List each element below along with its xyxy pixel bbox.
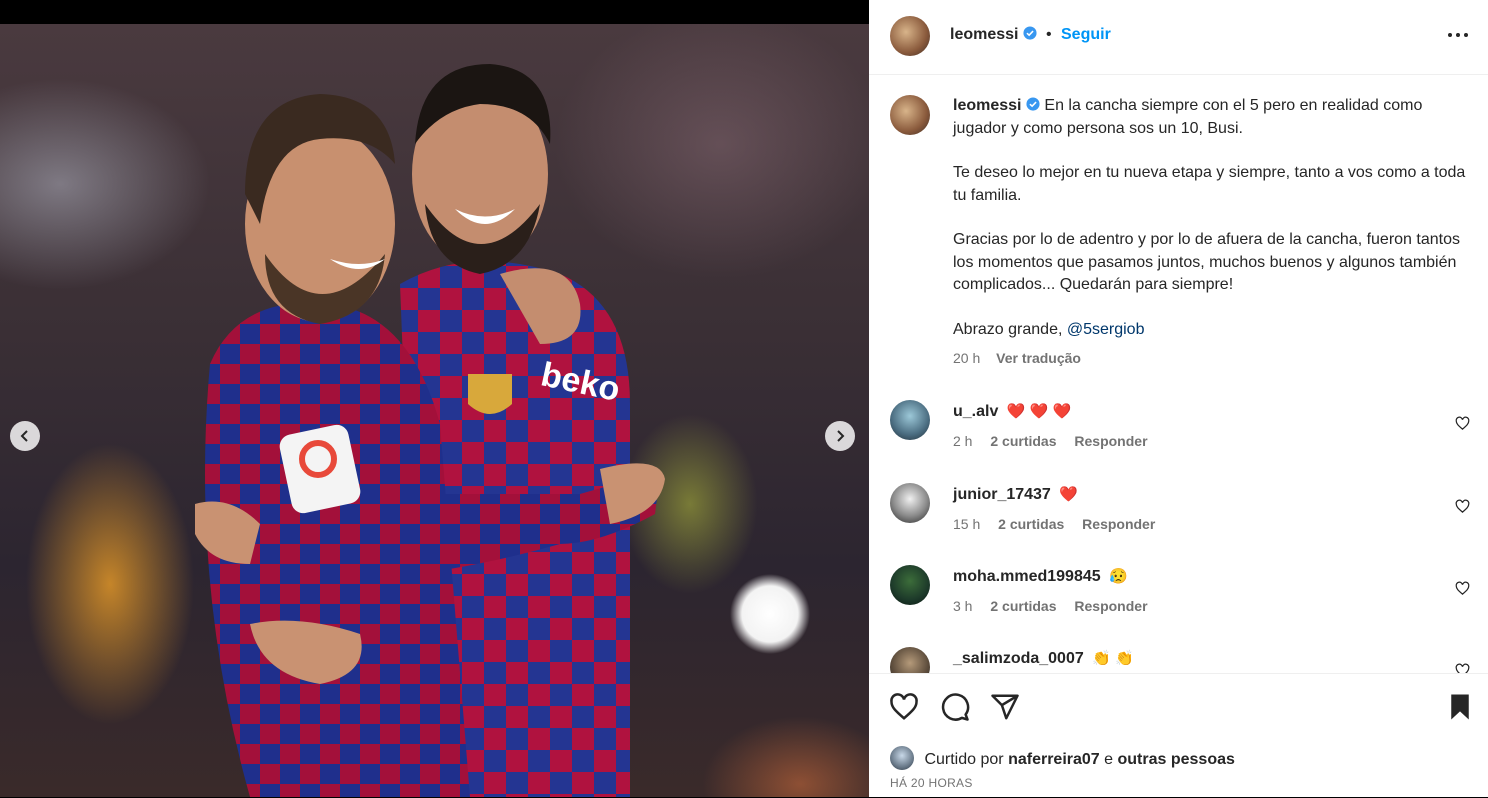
caption-author-avatar[interactable] [890, 95, 930, 135]
more-options-icon[interactable] [1447, 24, 1469, 46]
comment-text-line: junior_17437 ❤️ [953, 485, 1078, 504]
likes-prefix: Curtido por [924, 751, 1004, 768]
comment-likes-button[interactable]: 2 curtidas [990, 598, 1056, 614]
comment-time: 2 h [953, 433, 973, 449]
comment-text: 😥 [1109, 568, 1128, 585]
separator-dot: • [1046, 26, 1052, 43]
commenter-avatar[interactable] [890, 400, 930, 440]
post-actions-bar: Curtido por naferreira07 e outras pessoa… [869, 673, 1488, 798]
like-heart-icon[interactable] [889, 692, 919, 722]
verified-badge-icon [1026, 97, 1040, 111]
reply-button[interactable]: Responder [1082, 516, 1155, 532]
post-side-panel: leomessi • Seguir leomessi En la cancha … [869, 0, 1488, 797]
author-avatar[interactable] [890, 16, 930, 56]
comment-item: moha.mmed199845 😥 3 h 2 curtidas Respond… [890, 565, 1470, 625]
comment-meta: 2 h 2 curtidas Responder [953, 433, 1162, 449]
likes-others-link[interactable]: outras pessoas [1118, 751, 1235, 768]
author-username[interactable]: leomessi [950, 26, 1037, 44]
comment-likes-button[interactable]: 2 curtidas [990, 433, 1056, 449]
likes-connector: e [1104, 751, 1114, 768]
caption-paragraph-1: En la cancha siempre con el 5 pero en re… [953, 97, 1423, 137]
comment-like-heart-icon[interactable] [1455, 499, 1470, 514]
liker-username[interactable]: naferreira07 [1008, 751, 1100, 768]
commenter-avatar[interactable] [890, 565, 930, 605]
caption-body: leomessi En la cancha siempre con el 5 p… [953, 95, 1473, 370]
comment-text-line: moha.mmed199845 😥 [953, 567, 1128, 586]
comment-meta: 3 h 2 curtidas Responder [953, 598, 1162, 614]
commenter-avatar[interactable] [890, 647, 930, 673]
reply-button[interactable]: Responder [1074, 598, 1147, 614]
comment-item: u_.alv ❤️ ❤️ ❤️ 2 h 2 curtidas Responder [890, 400, 1470, 460]
mention-link[interactable]: @5sergiob [1067, 321, 1145, 338]
media-top-bar [0, 0, 869, 24]
see-translation-button[interactable]: Ver tradução [996, 350, 1081, 366]
caption-paragraph-3: Gracias por lo de adentro y por lo de af… [953, 231, 1460, 293]
follow-button[interactable]: Seguir [1061, 26, 1111, 44]
chevron-right-icon [837, 430, 845, 442]
chevron-left-icon [20, 430, 28, 442]
comment-text: ❤️ [1059, 486, 1078, 503]
caption-closing: Abrazo grande, [953, 320, 1063, 338]
post-timestamp[interactable]: HÁ 20 HORAS [890, 776, 973, 790]
comment-like-heart-icon[interactable] [1455, 581, 1470, 596]
comment-time: 3 h [953, 598, 973, 614]
commenter-avatar[interactable] [890, 483, 930, 523]
previous-image-button[interactable] [10, 421, 40, 451]
verified-badge-icon [1023, 26, 1037, 40]
commenter-username[interactable]: junior_17437 [953, 486, 1051, 503]
comment-item: _salimzoda_0007 👏 👏 [890, 647, 1470, 673]
comment-meta: 15 h 2 curtidas Responder [953, 516, 1169, 532]
caption-paragraph-2: Te deseo lo mejor en tu nueva etapa y si… [953, 164, 1466, 204]
comment-bubble-icon[interactable] [940, 692, 970, 722]
caption-time: 20 h [953, 350, 981, 366]
bookmark-save-icon[interactable] [1445, 692, 1475, 722]
photo-illustration: beko [195, 64, 665, 797]
caption-username[interactable]: leomessi [953, 97, 1021, 114]
comment-text-line: _salimzoda_0007 👏 👏 [953, 649, 1134, 668]
commenter-username[interactable]: _salimzoda_0007 [953, 650, 1084, 667]
comment-like-heart-icon[interactable] [1455, 416, 1470, 431]
post-media: beko [0, 0, 869, 797]
likes-summary: Curtido por naferreira07 e outras pessoa… [890, 746, 1235, 770]
post-photo[interactable]: beko [0, 24, 869, 797]
share-send-icon[interactable] [990, 692, 1020, 722]
commenter-username[interactable]: moha.mmed199845 [953, 568, 1101, 585]
post-header: leomessi • Seguir [869, 0, 1488, 75]
liker-avatar[interactable] [890, 746, 914, 770]
comment-like-heart-icon[interactable] [1455, 663, 1470, 673]
comment-text: 👏 👏 [1092, 650, 1134, 667]
comment-item: junior_17437 ❤️ 15 h 2 curtidas Responde… [890, 483, 1470, 543]
comment-text-line: u_.alv ❤️ ❤️ ❤️ [953, 402, 1071, 421]
reply-button[interactable]: Responder [1074, 433, 1147, 449]
comment-likes-button[interactable]: 2 curtidas [998, 516, 1064, 532]
caption-meta: 20 h Ver tradução [953, 347, 1473, 370]
commenter-username[interactable]: u_.alv [953, 403, 998, 420]
next-image-button[interactable] [825, 421, 855, 451]
comment-time: 15 h [953, 516, 981, 532]
comment-text: ❤️ ❤️ ❤️ [1006, 403, 1072, 420]
comments-section[interactable]: leomessi En la cancha siempre con el 5 p… [869, 75, 1488, 673]
